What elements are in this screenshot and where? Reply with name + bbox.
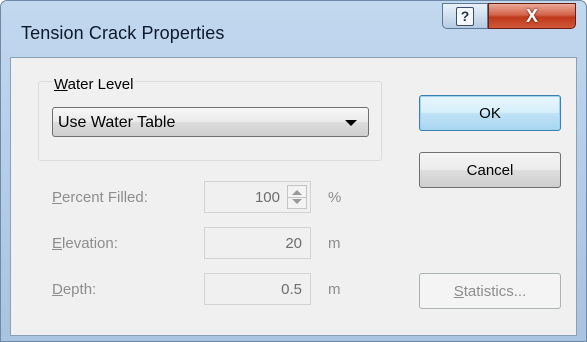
elevation-value: 20 (285, 235, 302, 252)
spin-up-icon[interactable] (292, 190, 302, 195)
statistics-button[interactable]: Statistics... (419, 273, 561, 309)
title-bar[interactable]: Tension Crack Properties ? X (1, 1, 586, 57)
elevation-unit: m (328, 235, 341, 252)
percent-filled-spinner[interactable] (287, 185, 307, 209)
ok-button[interactable]: OK (419, 95, 561, 131)
dialog-title: Tension Crack Properties (21, 23, 225, 43)
water-level-dropdown[interactable]: Use Water Table (52, 107, 369, 137)
water-level-selected-value: Use Water Table (58, 114, 176, 131)
depth-input[interactable]: 0.5 (204, 273, 311, 305)
dialog-body: Water Level Use Water Table Percent Fill… (10, 57, 577, 336)
spin-down-icon[interactable] (292, 199, 302, 204)
statistics-button-label: Statistics... (453, 282, 527, 300)
chevron-down-icon (345, 120, 357, 126)
cancel-button[interactable]: Cancel (419, 152, 561, 188)
water-level-group-title: Water Level (52, 76, 136, 93)
close-icon: X (525, 5, 538, 26)
percent-unit: % (328, 189, 342, 206)
depth-unit: m (328, 281, 341, 298)
ok-button-label: OK (479, 104, 501, 122)
dialog-window: Tension Crack Properties ? X Water Level… (0, 0, 587, 342)
depth-label: Depth: (52, 281, 97, 298)
close-button[interactable]: X (488, 3, 576, 29)
question-mark-icon: ? (456, 6, 474, 26)
percent-filled-label: Percent Filled: (52, 189, 148, 206)
depth-value: 0.5 (281, 281, 302, 298)
percent-filled-input[interactable]: 100 (204, 181, 311, 213)
elevation-input[interactable]: 20 (204, 227, 311, 259)
elevation-label: Elevation: (52, 235, 118, 252)
help-button[interactable]: ? (442, 3, 488, 29)
percent-filled-value: 100 (254, 189, 280, 206)
cancel-button-label: Cancel (466, 161, 514, 179)
